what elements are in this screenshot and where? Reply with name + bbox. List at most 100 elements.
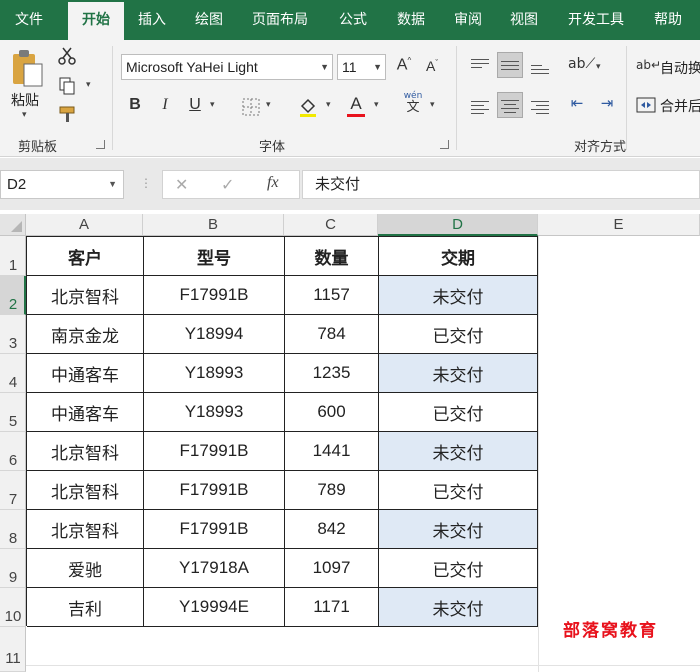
tab-view[interactable]: 视图 (501, 0, 547, 40)
table-cell[interactable]: 北京智科 (27, 510, 144, 549)
table-cell[interactable]: Y17918A (144, 549, 285, 588)
borders-icon[interactable] (242, 98, 260, 116)
tab-data[interactable]: 数据 (388, 0, 434, 40)
table-cell[interactable]: 已交付 (379, 471, 538, 510)
table-cell[interactable]: 已交付 (379, 549, 538, 588)
table-cell[interactable]: 1157 (285, 276, 379, 315)
row-header[interactable]: 10 (0, 588, 26, 627)
table-cell[interactable]: 1171 (285, 588, 379, 627)
table-cell[interactable]: 1235 (285, 354, 379, 393)
table-cell[interactable]: 未交付 (379, 354, 538, 393)
table-cell[interactable]: Y18993 (144, 354, 285, 393)
paste-button-label[interactable]: 粘贴 (11, 90, 39, 110)
table-cell[interactable]: 北京智科 (27, 432, 144, 471)
tab-file[interactable]: 文件 (0, 0, 58, 40)
header-cell-customer[interactable]: 客户 (27, 237, 144, 276)
font-color-dropdown-icon[interactable]: ▾ (374, 100, 379, 110)
tab-insert[interactable]: 插入 (128, 0, 176, 40)
wrap-text-button[interactable]: 自动换 (660, 58, 700, 78)
copy-icon[interactable] (58, 76, 76, 96)
top-align-icon[interactable] (471, 56, 489, 71)
cancel-icon[interactable]: ✕ (175, 175, 188, 194)
header-cell-model[interactable]: 型号 (144, 237, 285, 276)
table-cell[interactable]: 中通客车 (27, 354, 144, 393)
borders-dropdown-icon[interactable]: ▾ (266, 100, 271, 110)
table-cell[interactable]: 789 (285, 471, 379, 510)
enter-icon[interactable]: ✓ (221, 175, 234, 194)
phonetic-guide-icon[interactable]: wén 文 (402, 92, 424, 115)
tab-page-layout[interactable]: 页面布局 (244, 0, 316, 40)
increase-indent-icon[interactable]: ⇥ (596, 94, 618, 112)
row-header[interactable]: 1 (0, 236, 26, 276)
tab-help[interactable]: 帮助 (645, 0, 691, 40)
orientation-dropdown-icon[interactable]: ▾ (596, 62, 601, 72)
tab-review[interactable]: 审阅 (445, 0, 491, 40)
align-left-icon[interactable] (471, 98, 489, 117)
row-header[interactable]: 6 (0, 432, 26, 471)
wrap-text-icon[interactable]: ab↵ (636, 58, 661, 72)
paste-dropdown-icon[interactable]: ▾ (22, 110, 27, 120)
table-cell[interactable]: Y18993 (144, 393, 285, 432)
insert-function-icon[interactable]: fx (267, 174, 279, 192)
phonetic-dropdown-icon[interactable]: ▾ (430, 100, 435, 110)
decrease-font-size-icon[interactable]: Aˇ (422, 58, 442, 74)
table-cell[interactable]: 爱驰 (27, 549, 144, 588)
underline-dropdown-icon[interactable]: ▾ (210, 100, 215, 110)
font-size-combo[interactable]: 11 ▼ (337, 54, 386, 80)
table-cell[interactable]: Y18994 (144, 315, 285, 354)
table-cell[interactable]: 南京金龙 (27, 315, 144, 354)
table-cell[interactable]: 吉利 (27, 588, 144, 627)
decrease-indent-icon[interactable]: ⇤ (566, 94, 588, 112)
bold-button[interactable]: B (126, 96, 144, 114)
increase-font-size-icon[interactable]: A^ (394, 56, 414, 74)
format-painter-icon[interactable] (58, 104, 78, 124)
row-header[interactable]: 5 (0, 393, 26, 432)
row-header[interactable]: 4 (0, 354, 26, 393)
table-cell[interactable]: 已交付 (379, 315, 538, 354)
table-cell[interactable]: 已交付 (379, 393, 538, 432)
table-cell[interactable]: Y19994E (144, 588, 285, 627)
header-cell-quantity[interactable]: 数量 (285, 237, 379, 276)
merge-center-icon[interactable] (636, 96, 656, 114)
name-box[interactable]: D2 ▼ (0, 170, 124, 199)
merge-center-button[interactable]: 合并后 (660, 96, 700, 116)
table-cell[interactable]: 842 (285, 510, 379, 549)
table-cell[interactable]: 600 (285, 393, 379, 432)
underline-button[interactable]: U (186, 96, 204, 114)
table-cell[interactable]: 1441 (285, 432, 379, 471)
font-color-icon[interactable]: A (346, 94, 366, 117)
row-header[interactable]: 3 (0, 315, 26, 354)
column-header-e[interactable]: E (538, 214, 700, 236)
table-cell[interactable]: F17991B (144, 276, 285, 315)
tab-formulas[interactable]: 公式 (330, 0, 376, 40)
table-cell[interactable]: F17991B (144, 471, 285, 510)
row-header[interactable]: 11 (0, 627, 26, 672)
table-cell[interactable]: 未交付 (379, 510, 538, 549)
row-header[interactable]: 7 (0, 471, 26, 510)
tab-home[interactable]: 开始 (68, 2, 124, 40)
row-header[interactable]: 8 (0, 510, 26, 549)
row-header[interactable]: 2 (0, 276, 26, 315)
select-all-button[interactable] (0, 214, 26, 236)
font-size-dropdown-icon[interactable]: ▼ (373, 55, 382, 79)
column-header-d[interactable]: D (378, 214, 538, 236)
font-name-dropdown-icon[interactable]: ▼ (320, 55, 329, 79)
font-name-combo[interactable]: Microsoft YaHei Light ▼ (121, 54, 333, 80)
cut-icon[interactable] (58, 46, 76, 66)
fill-color-icon[interactable] (298, 96, 318, 118)
tab-draw[interactable]: 绘图 (185, 0, 233, 40)
name-box-dropdown-icon[interactable]: ▼ (108, 171, 117, 198)
align-right-icon[interactable] (531, 98, 549, 117)
font-launcher-icon[interactable] (440, 140, 449, 149)
formula-input[interactable]: 未交付 (302, 170, 700, 199)
table-cell[interactable]: 1097 (285, 549, 379, 588)
tab-developer[interactable]: 开发工具 (560, 0, 632, 40)
clipboard-launcher-icon[interactable] (96, 140, 105, 149)
bottom-align-icon[interactable] (531, 62, 549, 77)
table-cell-active[interactable]: 未交付 (379, 276, 538, 315)
table-cell[interactable]: 未交付 (379, 432, 538, 471)
table-cell[interactable]: 中通客车 (27, 393, 144, 432)
table-cell[interactable]: F17991B (144, 432, 285, 471)
header-cell-delivery[interactable]: 交期 (379, 237, 538, 276)
table-cell[interactable]: 未交付 (379, 588, 538, 627)
